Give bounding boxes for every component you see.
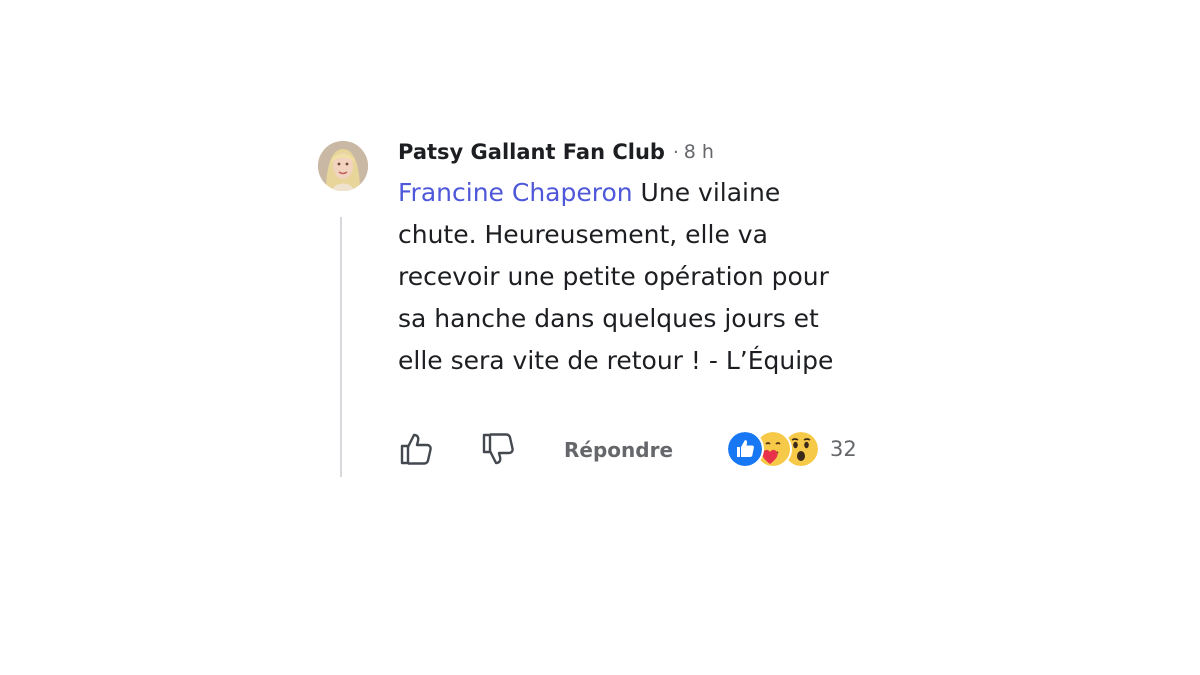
reply-button[interactable]: Répondre — [564, 438, 673, 462]
like-reaction-icon — [726, 430, 764, 468]
meta-separator: · — [672, 141, 679, 163]
thumbs-down-icon[interactable] — [480, 431, 516, 467]
comment-meta: Patsy Gallant Fan Club · 8 h — [398, 137, 868, 167]
avatar[interactable] — [318, 141, 368, 191]
author-name[interactable]: Patsy Gallant Fan Club — [398, 140, 665, 164]
avatar-image — [318, 141, 368, 191]
thread-line — [340, 217, 342, 477]
comment-text: Francine Chaperon Une vilaine chute. Heu… — [398, 172, 838, 382]
reaction-count: 32 — [830, 437, 857, 461]
comment: Patsy Gallant Fan Club · 8 h Francine Ch… — [318, 137, 878, 477]
timestamp[interactable]: 8 h — [684, 141, 714, 163]
mention-link[interactable]: Francine Chaperon — [398, 178, 633, 207]
reactions-summary[interactable]: 32 — [726, 429, 857, 469]
comment-message: Une vilaine chute. Heureusement, elle va… — [398, 178, 834, 375]
thumbs-up-icon[interactable] — [398, 431, 434, 467]
comment-body: Patsy Gallant Fan Club · 8 h Francine Ch… — [398, 137, 868, 382]
comment-actions: Répondre 32 — [398, 429, 878, 473]
